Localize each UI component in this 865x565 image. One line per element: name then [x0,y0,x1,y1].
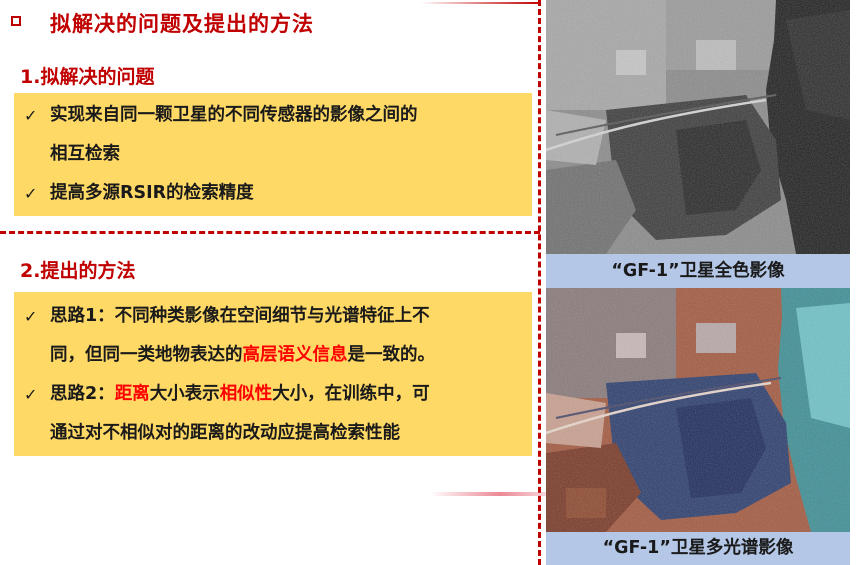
check-icon: ✓ [24,307,38,326]
section2-item2-line2: 通过对不相似对的距离的改动应提高检索性能 [50,423,400,443]
pan-image-caption: “GF-1”卫星全色影像 [546,254,850,288]
highlight-semantic-info: 高层语义信息 [242,345,348,365]
highlight-similarity: 相似性 [219,384,273,404]
section2-item1-line2: 同，但同一类地物表达的高层语义信息是一致的。 [50,345,435,365]
section1-box: ✓ 实现来自同一颗卫星的不同传感器的影像之间的 相互检索 ✓ 提高多源RSIR的… [14,93,532,216]
section2-box: ✓ 思路1：不同种类影像在空间细节与光谱特征上不 同，但同一类地物表达的高层语义… [14,292,532,456]
top-accent-line [420,2,540,4]
section2-item1-line1: 思路1：不同种类影像在空间细节与光谱特征上不 [50,306,430,326]
check-icon: ✓ [24,184,38,203]
section2-item2-line1: 思路2：距离大小表示相似性大小，在训练中，可 [50,384,430,404]
section1-item1-line1: 实现来自同一颗卫星的不同传感器的影像之间的 [50,105,418,125]
highlight-distance: 距离 [114,384,150,404]
page-title: 拟解决的问题及提出的方法 [50,12,314,36]
square-bullet-icon [11,16,21,26]
section1-title: 1.拟解决的问题 [20,66,155,88]
section1-item2: 提高多源RSIR的检索精度 [50,183,254,203]
horizontal-divider [0,231,540,234]
check-icon: ✓ [24,106,38,125]
check-icon: ✓ [24,385,38,404]
section2-title: 2.提出的方法 [20,260,136,282]
ms-image-caption: “GF-1”卫星多光谱影像 [546,532,850,565]
section1-item1-line2: 相互检索 [50,144,120,164]
panchromatic-image [546,0,850,254]
multispectral-image [546,288,850,532]
vertical-divider [538,0,541,565]
